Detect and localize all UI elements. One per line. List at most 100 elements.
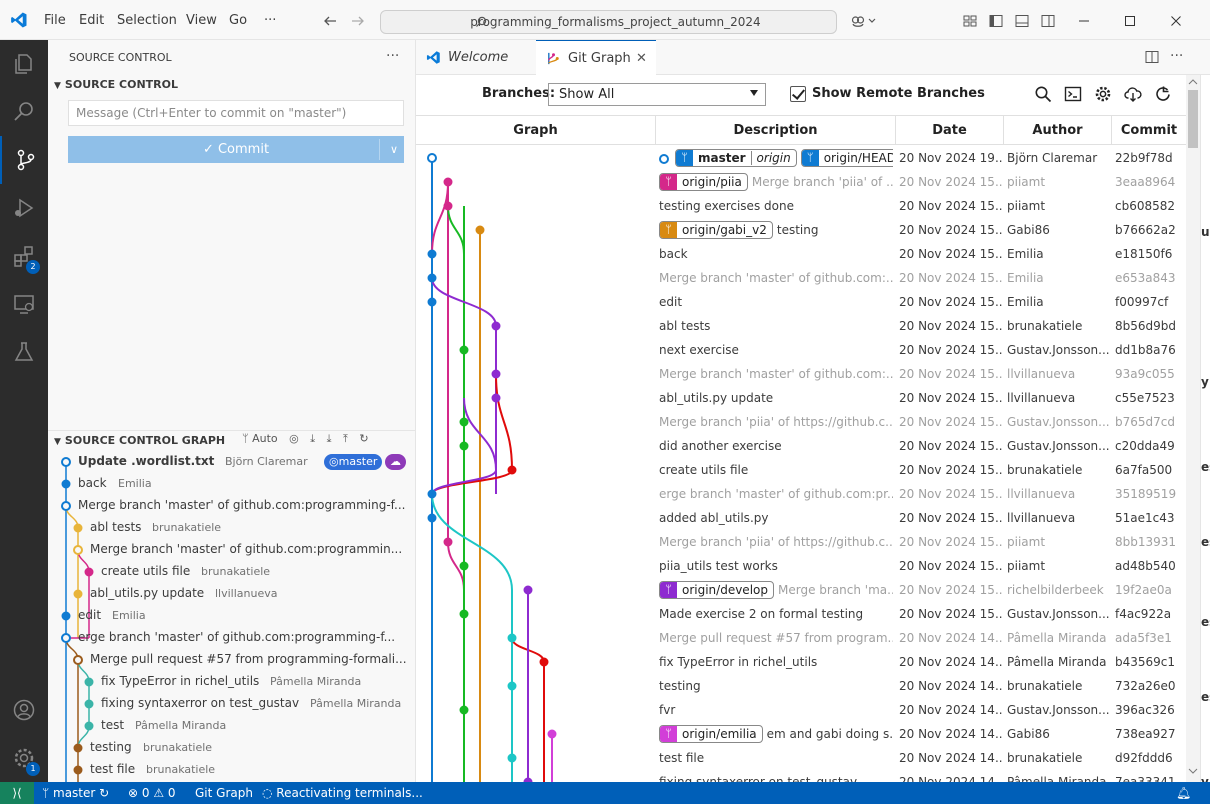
graph-row[interactable]: Merge pull request #57 from programming-… xyxy=(48,649,416,671)
toggle-primary-sidebar-icon[interactable] xyxy=(988,13,1004,29)
split-editor-icon[interactable] xyxy=(1144,49,1160,65)
commit-row[interactable]: ᛘ origin/gabi_v2 testing 20 Nov 2024 15... G… xyxy=(416,218,1186,242)
commit-row[interactable]: testing 20 Nov 2024 14... brunakatiele 732a… xyxy=(416,674,1186,698)
commit-button[interactable]: ✓ Commit ∨ xyxy=(68,136,404,163)
graph-section-header[interactable]: ▼ SOURCE CONTROL GRAPH xyxy=(54,434,225,447)
extensions-button[interactable]: 2 xyxy=(0,232,48,280)
branch-ref-label[interactable]: ᛘ master origin xyxy=(675,149,797,167)
fetch-icon[interactable]: ⤓ xyxy=(310,432,315,445)
pull-icon[interactable]: ⤓ xyxy=(327,432,332,445)
graph-row[interactable]: fixing syntaxerror on test_gustav Pâmella… xyxy=(48,693,416,715)
graph-row[interactable]: abl tests brunakatiele xyxy=(48,517,416,539)
header-description[interactable]: Description xyxy=(656,116,896,145)
graph-row[interactable]: Merge branch 'master' of github.com:prog… xyxy=(48,495,416,517)
commit-row[interactable]: Merge branch 'piia' of https://github.c.… xyxy=(416,530,1186,554)
accounts-button[interactable] xyxy=(0,686,48,734)
graph-row[interactable]: edit Emilia xyxy=(48,605,416,627)
git-graph-status[interactable]: Git Graph xyxy=(195,782,253,804)
commit-row[interactable]: erge branch 'master' of github.com:pr...… xyxy=(416,482,1186,506)
commit-row[interactable]: test file 20 Nov 2024 14... brunakatiele d9… xyxy=(416,746,1186,770)
fetch-cloud-icon[interactable] xyxy=(1124,85,1142,103)
more-actions-icon[interactable]: ··· xyxy=(1170,48,1183,64)
back-arrow-icon[interactable] xyxy=(322,13,338,29)
refresh-icon[interactable]: ↻ xyxy=(359,432,368,445)
close-icon[interactable]: ✕ xyxy=(636,41,647,76)
header-author[interactable]: Author xyxy=(1004,116,1112,145)
testing-button[interactable] xyxy=(0,328,48,376)
target-icon[interactable]: ◎ xyxy=(289,432,299,445)
tab-welcome[interactable]: Welcome xyxy=(416,40,536,75)
commit-row[interactable]: ᛘ origin/develop Merge branch 'ma... 20 Nov… xyxy=(416,578,1186,602)
graph-row[interactable]: create utils file brunakatiele xyxy=(48,561,416,583)
graph-row[interactable]: fix TypeError in richel_utils Pâmella Mir… xyxy=(48,671,416,693)
notifications-bell-icon[interactable]: 🔔︎ xyxy=(1176,782,1191,804)
commit-row[interactable]: testing exercises done 20 Nov 2024 15... p… xyxy=(416,194,1186,218)
command-center-search[interactable]: programming_formalisms_project_autumn_20… xyxy=(380,10,837,34)
find-icon[interactable] xyxy=(1034,85,1052,103)
copilot-icon[interactable] xyxy=(850,13,866,29)
customize-layout-icon[interactable] xyxy=(962,13,978,29)
commit-row[interactable]: fix TypeError in richel_utils 20 Nov 2024… xyxy=(416,650,1186,674)
commit-row[interactable]: abl_utils.py update 20 Nov 2024 15... llvi… xyxy=(416,386,1186,410)
commit-row[interactable]: next exercise 20 Nov 2024 15... Gustav.Jon… xyxy=(416,338,1186,362)
graph-row[interactable]: back Emilia xyxy=(48,473,416,495)
remote-indicator-icon[interactable]: ⟩⟨ xyxy=(0,782,34,804)
remote-explorer-button[interactable] xyxy=(0,280,48,328)
commit-row[interactable]: added abl_utils.py 20 Nov 2024 15... llvil… xyxy=(416,506,1186,530)
branch-auto-button[interactable]: ᛘ Auto xyxy=(242,432,278,445)
commit-row[interactable]: ᛘ origin/emilia em and gabi doing s... 20 N… xyxy=(416,722,1186,746)
header-graph[interactable]: Graph xyxy=(416,116,656,145)
branch-indicator[interactable]: ᛘ master ↻ xyxy=(42,782,109,804)
menu-file[interactable]: File xyxy=(44,13,66,28)
header-date[interactable]: Date xyxy=(896,116,1004,145)
commit-row[interactable]: ᛘ master origin ᛘ origin/HEAD 20 Nov 2024 19.… xyxy=(416,146,1186,170)
scroll-up-arrow-icon[interactable] xyxy=(1187,78,1199,86)
vertical-scrollbar[interactable] xyxy=(1186,75,1200,782)
source-control-section-header[interactable]: ▼ SOURCE CONTROL xyxy=(54,78,178,91)
gear-icon[interactable] xyxy=(1094,85,1112,103)
search-button[interactable] xyxy=(0,88,48,136)
toggle-panel-icon[interactable] xyxy=(1014,13,1030,29)
menu-selection[interactable]: Selection xyxy=(117,13,177,28)
manage-button[interactable]: 1 xyxy=(0,734,48,782)
commit-row[interactable]: did another exercise 20 Nov 2024 15... Gus… xyxy=(416,434,1186,458)
terminal-icon[interactable] xyxy=(1064,85,1082,103)
commit-row[interactable]: edit 20 Nov 2024 15... Emilia f00997cf xyxy=(416,290,1186,314)
commit-row[interactable]: Made exercise 2 on formal testing 20 Nov … xyxy=(416,602,1186,626)
branch-ref-label[interactable]: ᛘ origin/gabi_v2 xyxy=(659,221,773,239)
graph-row[interactable]: testing brunakatiele xyxy=(48,737,416,759)
graph-row[interactable]: abl_utils.py update llvillanueva xyxy=(48,583,416,605)
branch-pill[interactable]: ◎master xyxy=(324,454,383,470)
chevron-down-icon[interactable] xyxy=(867,13,877,29)
commit-row[interactable]: Merge branch 'piia' of https://github.c.… xyxy=(416,410,1186,434)
minimize-icon[interactable] xyxy=(1076,13,1092,29)
commit-row[interactable]: Merge pull request #57 from program... 20… xyxy=(416,626,1186,650)
tab-git-graph[interactable]: Git Graph ✕ xyxy=(536,40,656,75)
run-debug-button[interactable] xyxy=(0,184,48,232)
problems-indicator[interactable]: ⊗ 0 ⚠ 0 xyxy=(128,782,176,804)
commit-message-input[interactable]: Message (Ctrl+Enter to commit on "master… xyxy=(68,100,404,126)
commit-row[interactable]: Merge branch 'master' of github.com:... 2… xyxy=(416,266,1186,290)
explorer-button[interactable] xyxy=(0,40,48,88)
commit-dropdown-icon[interactable]: ∨ xyxy=(390,136,398,163)
commit-row[interactable]: Merge branch 'master' of github.com:... 2… xyxy=(416,362,1186,386)
commit-row[interactable]: fixing syntaxerror on test_gustav 20 Nov … xyxy=(416,770,1186,782)
commit-row[interactable]: back 20 Nov 2024 15... Emilia e18150f6 xyxy=(416,242,1186,266)
commit-row[interactable]: fvr 20 Nov 2024 14... Gustav.Jonsson... 396… xyxy=(416,698,1186,722)
more-actions-icon[interactable]: ··· xyxy=(386,48,399,64)
commit-row[interactable]: ᛘ origin/piia Merge branch 'piia' of ... 20… xyxy=(416,170,1186,194)
graph-row[interactable]: Update .wordlist.txt Björn Claremar ◎maste… xyxy=(48,451,416,473)
branch-ref-label[interactable]: ᛘ origin/develop xyxy=(659,581,774,599)
graph-row[interactable]: test Pâmella Miranda xyxy=(48,715,416,737)
scrollbar-thumb[interactable] xyxy=(1188,90,1198,148)
menu-more[interactable]: ··· xyxy=(264,13,276,28)
graph-row[interactable]: erge branch 'master' of github.com:progr… xyxy=(48,627,416,649)
header-commit[interactable]: Commit xyxy=(1112,116,1186,145)
toggle-secondary-sidebar-icon[interactable] xyxy=(1040,13,1056,29)
graph-row[interactable]: Merge branch 'master' of github.com:prog… xyxy=(48,539,416,561)
scroll-down-arrow-icon[interactable] xyxy=(1187,767,1199,775)
branch-ref-label[interactable]: ᛘ origin/emilia xyxy=(659,725,763,743)
refresh-icon[interactable] xyxy=(1154,85,1172,103)
close-icon[interactable] xyxy=(1168,13,1184,29)
commit-row[interactable]: abl tests 20 Nov 2024 15... brunakatiele 8b… xyxy=(416,314,1186,338)
